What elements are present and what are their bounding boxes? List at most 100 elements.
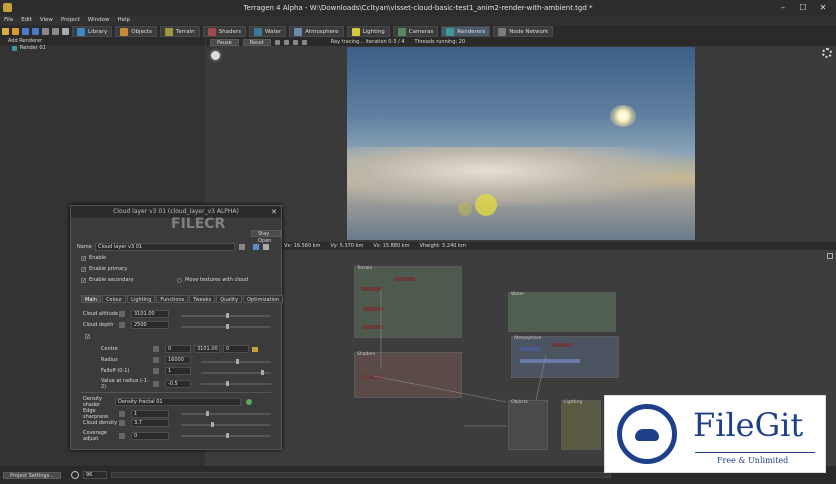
enable-primary-checkbox[interactable]: ✓ — [81, 266, 86, 272]
link-icon[interactable] — [119, 433, 125, 439]
menu-project[interactable]: Project — [61, 16, 80, 25]
tab-functions[interactable]: Functions — [156, 295, 189, 303]
hd-icon[interactable] — [292, 39, 298, 45]
sun — [610, 105, 636, 127]
preview-icon[interactable] — [301, 39, 307, 45]
tab-colour[interactable]: Colour — [101, 295, 127, 303]
frame-field[interactable]: 96 — [82, 471, 107, 479]
stay-open-button[interactable]: Stay Open — [251, 230, 281, 244]
camera-icon[interactable] — [274, 39, 280, 45]
tab-objects[interactable]: Objects — [115, 26, 158, 37]
cloud-depth-field[interactable]: 2500 — [131, 321, 169, 329]
link-icon[interactable] — [153, 357, 159, 363]
radius-field[interactable]: 16000 — [165, 356, 191, 364]
name-field[interactable]: Cloud layer v3 01 — [95, 243, 235, 251]
menu-view[interactable]: View — [40, 16, 53, 25]
shaders-icon — [207, 27, 216, 36]
menu-file[interactable]: File — [4, 16, 13, 25]
filegit-tagline: Free & Unlimited — [717, 456, 789, 465]
cloud-altitude-field[interactable]: 3101.00 — [131, 310, 169, 318]
falloff-slider[interactable] — [201, 370, 271, 375]
timeline-track[interactable] — [110, 472, 611, 478]
stat-vheight: Vheight: 5.240 km — [419, 243, 466, 249]
brand-divider — [695, 452, 815, 453]
undo-icon[interactable] — [42, 28, 49, 35]
link-icon[interactable] — [119, 322, 125, 328]
radius-slider[interactable] — [201, 359, 271, 364]
link-icon[interactable] — [119, 411, 125, 417]
render-settings-icon[interactable] — [209, 49, 222, 62]
enable-checkbox[interactable]: ✓ — [81, 255, 86, 261]
link-icon[interactable] — [153, 346, 159, 352]
centre-x-field[interactable]: 0 — [165, 345, 191, 353]
tab-tweaks[interactable]: Tweaks — [189, 295, 216, 303]
viewport-toolbar: Pause Reset Ray tracing... iteration 0-3… — [206, 38, 836, 46]
coverage-adjust-field[interactable]: 0 — [131, 432, 169, 440]
toolbar: Library Objects Terrain Shaders Water At… — [0, 25, 836, 38]
tab-water[interactable]: Water — [249, 26, 287, 37]
tab-main[interactable]: Main — [81, 295, 101, 303]
centre-y-field[interactable]: 3101.00 — [194, 345, 220, 353]
tab-renderers[interactable]: Renderers — [441, 26, 491, 37]
save-as-icon[interactable] — [32, 28, 39, 35]
tab-optimization[interactable]: Optimization — [243, 295, 284, 303]
close-button[interactable]: ✕ — [816, 2, 830, 13]
maximize-button[interactable]: ☐ — [796, 2, 810, 13]
tab-lighting[interactable]: Lighting — [127, 295, 156, 303]
link-icon[interactable] — [153, 368, 159, 374]
value-radius-field[interactable]: -0.5 — [165, 380, 191, 388]
density-shader-field[interactable]: Density fractal 01 — [115, 398, 241, 406]
project-settings-button[interactable]: Project Settings... — [3, 471, 61, 479]
add-renderer-button[interactable]: Add Renderer — [0, 38, 205, 45]
menu-help[interactable]: Help — [117, 16, 130, 25]
tab-node-network[interactable]: Node Network — [493, 26, 554, 37]
localised-checkbox[interactable]: ✓ — [85, 334, 90, 340]
link-icon[interactable] — [119, 311, 125, 317]
renderer-list-item[interactable]: Render 01 — [0, 45, 205, 52]
save-icon[interactable] — [22, 28, 29, 35]
reset-button[interactable]: Reset — [242, 38, 271, 46]
redo-icon[interactable] — [52, 28, 59, 35]
minimize-button[interactable]: – — [776, 2, 790, 13]
tab-terrain[interactable]: Terrain — [160, 26, 200, 37]
new-file-icon[interactable] — [2, 28, 9, 35]
tab-shaders[interactable]: Shaders — [202, 26, 246, 37]
library-button[interactable]: Library — [72, 26, 113, 37]
pause-button[interactable]: Pause — [210, 38, 239, 46]
viewport-status-bar: Vx: 16.560 km Vy: 5.370 km Vz: 15.880 km… — [206, 242, 836, 250]
window-title: Terragen 4 Alpha - W:\Downloads\Ccltyan\… — [243, 4, 593, 12]
tab-cameras[interactable]: Cameras — [392, 26, 439, 37]
centre-z-field[interactable]: 0 — [223, 345, 249, 353]
tab-atmosphere[interactable]: Atmosphere — [289, 26, 344, 37]
cloud-density-slider[interactable] — [181, 422, 271, 427]
value-radius-slider[interactable] — [201, 381, 271, 386]
link-icon[interactable] — [119, 420, 125, 426]
timer-icon[interactable] — [70, 471, 79, 479]
enable-secondary-checkbox[interactable]: ✓ — [81, 277, 86, 283]
folder-icon[interactable] — [252, 346, 258, 352]
node-menu-icon[interactable] — [239, 244, 245, 250]
overlay-watermark: FILECR — [171, 216, 226, 232]
separator — [81, 392, 271, 393]
menu-window[interactable]: Window — [88, 16, 110, 25]
coverage-adjust-slider[interactable] — [181, 433, 271, 438]
dialog-close-button[interactable]: ✕ — [271, 208, 277, 216]
open-file-icon[interactable] — [12, 28, 19, 35]
cloud-density-field[interactable]: 3.7 — [131, 419, 169, 427]
viewport-options-icon[interactable] — [822, 48, 832, 58]
tab-lighting[interactable]: Lighting — [346, 26, 390, 37]
cloud-density-label: Cloud density — [83, 420, 118, 426]
move-textures-checkbox[interactable] — [177, 277, 182, 283]
render-icon[interactable] — [62, 28, 69, 35]
edge-sharpness-slider[interactable] — [181, 411, 271, 416]
cloud-altitude-slider[interactable] — [181, 313, 271, 318]
shader-link-icon[interactable] — [246, 399, 252, 405]
falloff-field[interactable]: 1 — [165, 367, 191, 375]
link-icon[interactable] — [153, 381, 159, 387]
cloud-depth-slider[interactable] — [181, 324, 271, 329]
tab-quality[interactable]: Quality — [216, 295, 243, 303]
edge-sharpness-field[interactable]: 1 — [131, 410, 169, 418]
menu-edit[interactable]: Edit — [21, 16, 32, 25]
lock-icon[interactable] — [283, 39, 289, 45]
cursor-highlight-small — [458, 202, 472, 216]
